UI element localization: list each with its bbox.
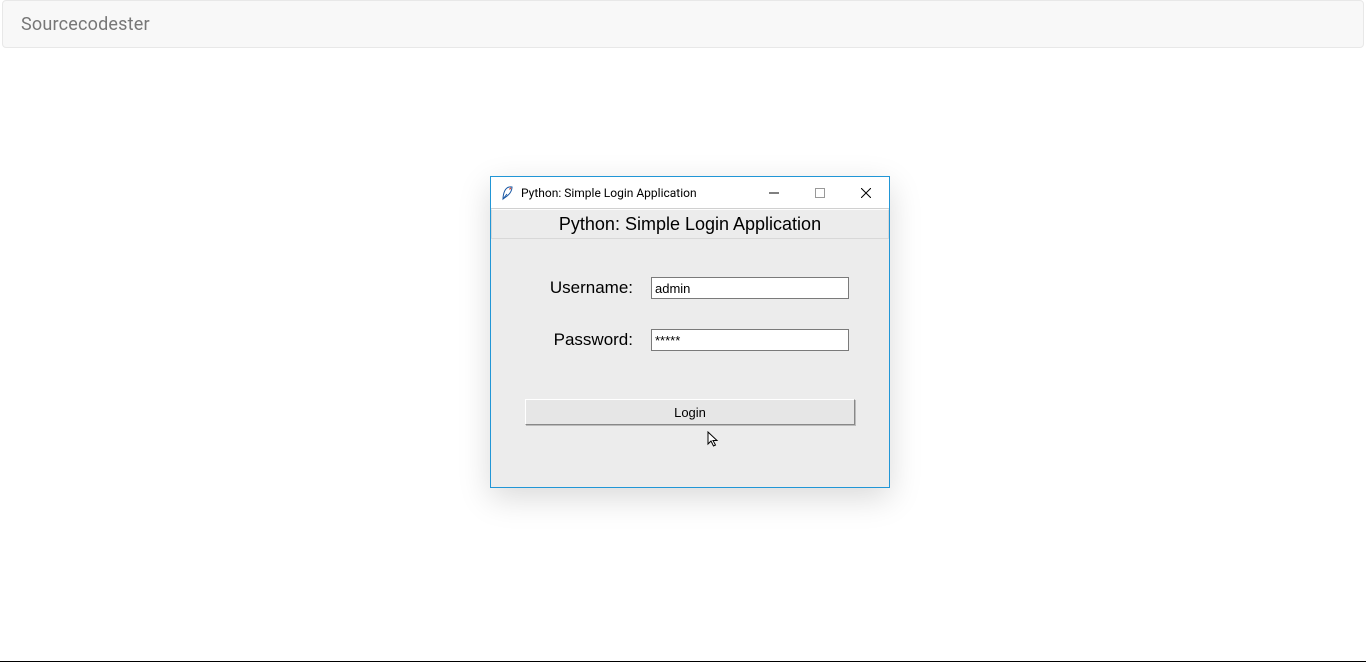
username-label: Username: [531, 278, 651, 298]
window-title: Python: Simple Login Application [521, 186, 751, 200]
maximize-button[interactable] [797, 177, 843, 208]
window-titlebar[interactable]: Python: Simple Login Application [491, 177, 889, 209]
window-controls [751, 177, 889, 208]
username-row: Username: [531, 277, 849, 299]
app-header-title: Python: Simple Login Application [559, 214, 821, 235]
password-label: Password: [531, 330, 651, 350]
brand-name: Sourcecodester [21, 14, 150, 35]
login-button[interactable]: Login [525, 399, 855, 425]
tk-feather-icon [499, 185, 515, 201]
application-window: Python: Simple Login Application Python:… [490, 176, 890, 488]
login-button-container: Login [491, 381, 889, 425]
login-button-label: Login [674, 405, 706, 420]
password-row: Password: [531, 329, 849, 351]
login-form: Username: Password: [491, 239, 889, 351]
app-header-panel: Python: Simple Login Application [491, 209, 889, 239]
password-input[interactable] [651, 329, 849, 351]
close-button[interactable] [843, 177, 889, 208]
page-header-bar: Sourcecodester [2, 0, 1364, 48]
minimize-button[interactable] [751, 177, 797, 208]
username-input[interactable] [651, 277, 849, 299]
